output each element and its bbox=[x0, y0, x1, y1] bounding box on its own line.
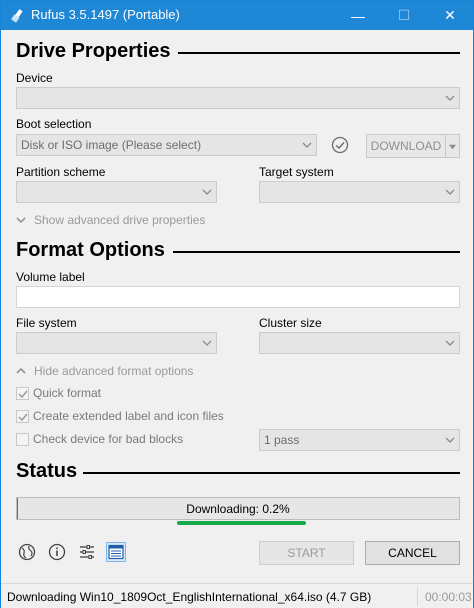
format-options-heading: Format Options bbox=[16, 239, 165, 261]
checkmark-icon bbox=[18, 390, 28, 398]
maximize-button[interactable]: ☐ bbox=[381, 1, 427, 30]
volume-label-label: Volume label bbox=[16, 270, 85, 284]
chevron-down-icon bbox=[445, 189, 455, 195]
target-system-label: Target system bbox=[259, 165, 334, 179]
window-title: Rufus 3.5.1497 (Portable) bbox=[31, 7, 180, 22]
progress-text: Downloading: 0.2% bbox=[186, 501, 290, 516]
checkbox-box bbox=[16, 386, 29, 400]
about-button[interactable] bbox=[47, 542, 67, 562]
chevron-down-icon bbox=[302, 142, 312, 148]
extended-label-label: Create extended label and icon files bbox=[33, 409, 224, 423]
status-separator bbox=[417, 587, 418, 606]
device-label: Device bbox=[16, 71, 53, 85]
status-bar: Downloading Win10_1809Oct_EnglishInterna… bbox=[1, 583, 473, 608]
partition-scheme-dropdown[interactable] bbox=[16, 181, 217, 203]
cluster-size-dropdown[interactable] bbox=[259, 332, 460, 354]
hide-advanced-format-label: Hide advanced format options bbox=[34, 364, 194, 378]
minimize-button[interactable]: — bbox=[335, 1, 381, 30]
file-system-label: File system bbox=[16, 316, 77, 330]
section-divider bbox=[83, 472, 460, 474]
usb-drive-icon bbox=[11, 9, 23, 23]
download-menu-button[interactable] bbox=[445, 134, 460, 158]
chevron-down-icon bbox=[16, 217, 26, 224]
partition-scheme-label: Partition scheme bbox=[16, 165, 106, 179]
boot-selection-dropdown[interactable]: Disk or ISO image (Please select) bbox=[16, 134, 317, 156]
minimize-icon: — bbox=[351, 7, 365, 24]
progress-bar: Downloading: 0.2% bbox=[16, 497, 460, 520]
close-button[interactable]: ✕ bbox=[427, 1, 473, 30]
status-message: Downloading Win10_1809Oct_EnglishInterna… bbox=[7, 590, 372, 604]
drive-properties-heading: Drive Properties bbox=[16, 40, 171, 62]
start-button[interactable]: START bbox=[259, 541, 354, 565]
checkbox-box bbox=[16, 432, 29, 446]
target-system-dropdown[interactable] bbox=[259, 181, 460, 203]
cancel-button[interactable]: CANCEL bbox=[365, 541, 460, 565]
passes-value: 1 pass bbox=[264, 433, 300, 447]
chevron-up-icon bbox=[16, 367, 26, 374]
rufus-window: Rufus 3.5.1497 (Portable) — ☐ ✕ Drive Pr… bbox=[0, 0, 474, 608]
start-button-label: START bbox=[287, 546, 326, 560]
log-button[interactable] bbox=[106, 542, 126, 562]
maximize-icon: ☐ bbox=[397, 7, 411, 23]
close-icon: ✕ bbox=[444, 7, 456, 23]
checkmark-icon bbox=[18, 413, 28, 421]
check-iso-icon[interactable] bbox=[331, 136, 349, 154]
chevron-down-icon bbox=[448, 144, 457, 149]
boot-selection-value: Disk or ISO image (Please select) bbox=[21, 138, 202, 152]
device-dropdown[interactable] bbox=[16, 87, 460, 109]
section-divider bbox=[178, 52, 460, 54]
info-icon bbox=[48, 543, 66, 561]
progress-fill bbox=[17, 498, 18, 519]
section-divider bbox=[173, 251, 460, 253]
volume-label-input[interactable] bbox=[16, 286, 460, 308]
hide-advanced-format-toggle[interactable]: Hide advanced format options bbox=[16, 364, 193, 378]
bad-blocks-label: Check device for bad blocks bbox=[33, 432, 184, 446]
quick-format-label: Quick format bbox=[33, 386, 102, 400]
chevron-down-icon bbox=[202, 340, 212, 346]
status-heading: Status bbox=[16, 460, 78, 482]
download-button[interactable]: DOWNLOAD bbox=[366, 134, 446, 158]
extended-label-checkbox[interactable]: Create extended label and icon files bbox=[16, 409, 224, 423]
bad-blocks-checkbox[interactable]: Check device for bad blocks bbox=[16, 432, 183, 446]
passes-dropdown[interactable]: 1 pass bbox=[259, 429, 460, 451]
elapsed-timer: 00:00:03 bbox=[425, 590, 472, 604]
settings-button[interactable] bbox=[77, 542, 97, 562]
progress-underline bbox=[177, 521, 306, 525]
download-button-label: DOWNLOAD bbox=[370, 139, 442, 153]
log-icon bbox=[108, 544, 124, 560]
show-advanced-drive-toggle[interactable]: Show advanced drive properties bbox=[16, 213, 205, 227]
show-advanced-drive-label: Show advanced drive properties bbox=[34, 213, 206, 227]
chevron-down-icon bbox=[445, 95, 455, 101]
language-button[interactable] bbox=[17, 542, 37, 562]
chevron-down-icon bbox=[202, 189, 212, 195]
title-bar[interactable]: Rufus 3.5.1497 (Portable) — ☐ ✕ bbox=[1, 1, 473, 30]
settings-icon bbox=[80, 545, 94, 559]
quick-format-checkbox[interactable]: Quick format bbox=[16, 386, 101, 400]
boot-selection-label: Boot selection bbox=[16, 117, 92, 131]
chevron-down-icon bbox=[445, 340, 455, 346]
chevron-down-icon bbox=[445, 437, 455, 443]
checkbox-box bbox=[16, 409, 29, 423]
cluster-size-label: Cluster size bbox=[259, 316, 322, 330]
language-icon bbox=[18, 543, 36, 561]
file-system-dropdown[interactable] bbox=[16, 332, 217, 354]
cancel-button-label: CANCEL bbox=[388, 546, 437, 560]
